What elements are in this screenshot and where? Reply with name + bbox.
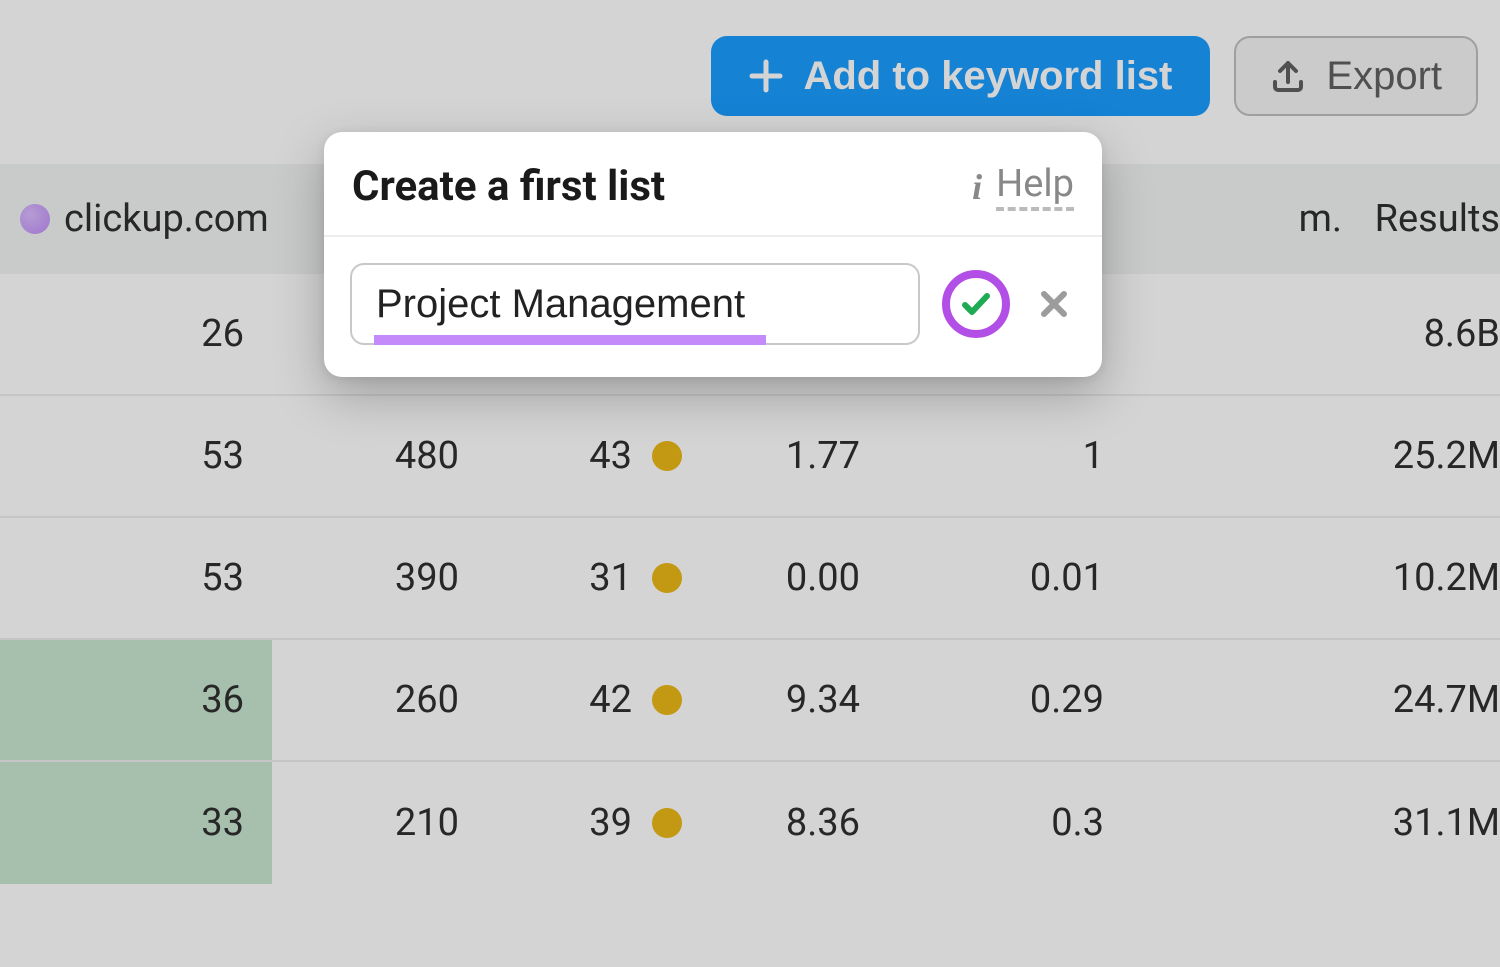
help-link[interactable]: i Help — [972, 162, 1074, 211]
help-label: Help — [996, 162, 1074, 211]
highlight-underline — [374, 335, 766, 345]
checkmark-icon — [958, 286, 994, 322]
create-list-popover: Create a first list i Help — [324, 132, 1102, 377]
info-icon: i — [972, 166, 982, 208]
close-icon — [1036, 286, 1072, 322]
cancel-button[interactable] — [1032, 282, 1076, 326]
list-name-input[interactable] — [350, 263, 920, 345]
confirm-button[interactable] — [942, 270, 1010, 338]
popover-title: Create a first list — [352, 162, 665, 211]
list-name-field-wrap — [350, 263, 920, 345]
popover-header: Create a first list i Help — [324, 132, 1102, 237]
popover-body — [324, 237, 1102, 377]
